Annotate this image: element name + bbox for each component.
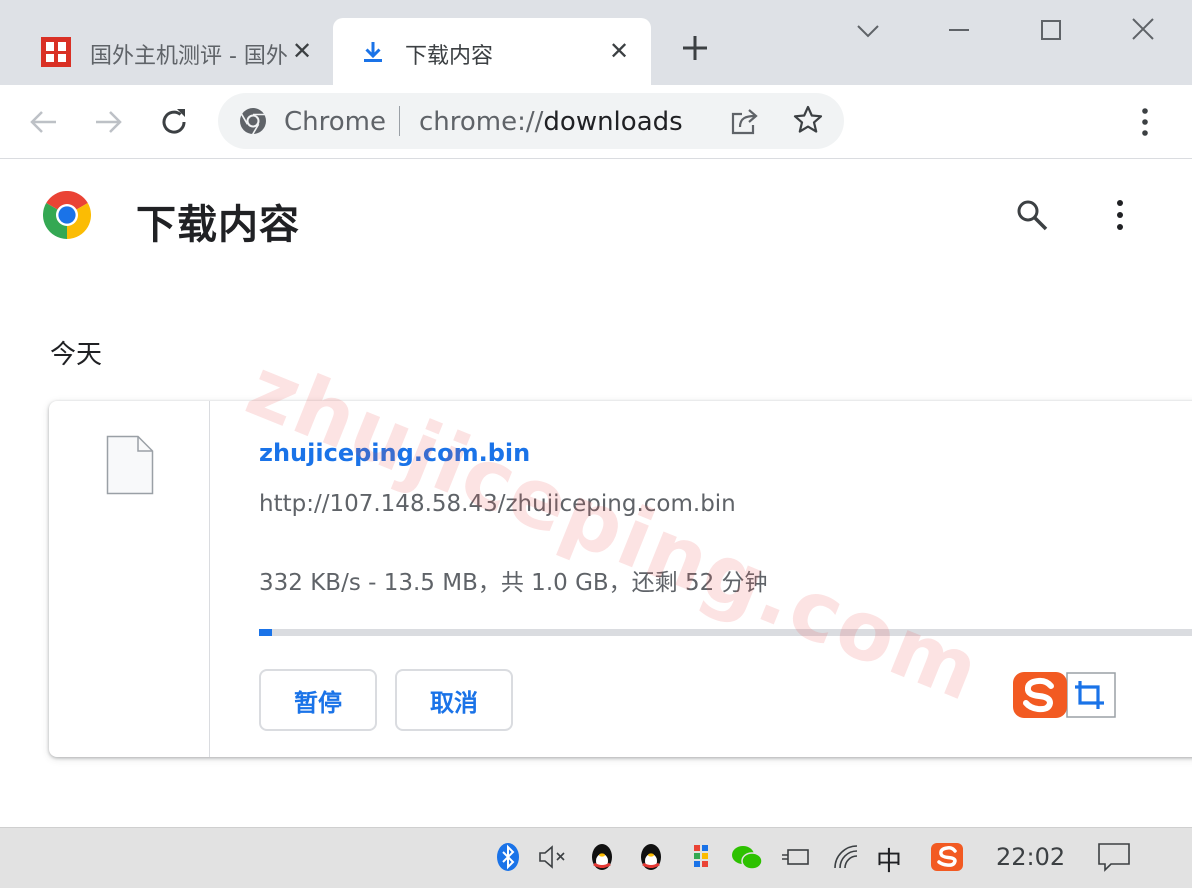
tab-title: 下载内容 bbox=[405, 44, 494, 69]
sogou-ime-widget[interactable] bbox=[1011, 671, 1117, 719]
download-status-text: 332 KB/s - 13.5 MB，共 1.0 GB，还剩 52 分钟 bbox=[259, 570, 768, 596]
qq-penguin-icon-2[interactable] bbox=[636, 842, 666, 872]
volume-muted-icon[interactable] bbox=[537, 842, 567, 872]
colorful-app-icon[interactable] bbox=[686, 842, 716, 872]
back-arrow-icon[interactable] bbox=[28, 107, 60, 137]
page-menu-kebab-icon[interactable] bbox=[1110, 198, 1130, 232]
address-bar[interactable]: Chrome chrome://downloads bbox=[218, 93, 844, 149]
url-scheme: chrome:// bbox=[419, 107, 544, 137]
chrome-logo-icon bbox=[43, 191, 91, 239]
date-section-label: 今天 bbox=[50, 340, 103, 370]
tab-downloads[interactable]: 下载内容 ✕ bbox=[333, 18, 651, 85]
tab-title: 国外主机测评 - 国外 bbox=[90, 44, 288, 69]
share-icon[interactable] bbox=[728, 106, 760, 136]
browser-toolbar: Chrome chrome://downloads bbox=[0, 85, 1192, 159]
cancel-button[interactable]: 取消 bbox=[395, 669, 513, 731]
site-label: Chrome bbox=[284, 107, 386, 137]
url-path: downloads bbox=[543, 107, 683, 137]
battery-charging-icon[interactable] bbox=[780, 842, 810, 872]
download-source-url[interactable]: http://107.148.58.43/zhujiceping.com.bin bbox=[259, 491, 736, 517]
screenshot-crop-icon bbox=[1066, 672, 1116, 718]
search-icon[interactable] bbox=[1015, 198, 1049, 232]
minimize-icon[interactable] bbox=[942, 18, 976, 44]
close-tab-icon[interactable]: ✕ bbox=[609, 39, 629, 63]
file-icon bbox=[106, 435, 154, 495]
bluetooth-icon[interactable] bbox=[493, 842, 523, 872]
tab-strip: 国外主机测评 - 国外 ✕ 下载内容 ✕ bbox=[0, 0, 1192, 85]
browser-menu-kebab-icon[interactable] bbox=[1135, 105, 1155, 139]
chrome-site-icon bbox=[240, 108, 266, 135]
wifi-icon[interactable] bbox=[831, 842, 861, 872]
download-icon bbox=[364, 42, 382, 62]
omnibox-separator bbox=[399, 106, 400, 136]
page-title: 下载内容 bbox=[136, 202, 300, 248]
close-window-icon[interactable] bbox=[1126, 18, 1160, 44]
download-progress-bar bbox=[259, 629, 1192, 636]
ime-mode-label[interactable]: 中 bbox=[876, 841, 902, 878]
clock[interactable]: 22:02 bbox=[996, 843, 1065, 871]
maximize-icon[interactable] bbox=[1034, 18, 1068, 44]
download-file-name-link[interactable]: zhujiceping.com.bin bbox=[259, 439, 530, 467]
card-divider bbox=[209, 401, 210, 757]
url-text[interactable]: chrome://downloads bbox=[419, 107, 683, 137]
download-progress-fill bbox=[259, 629, 272, 636]
pause-button[interactable]: 暂停 bbox=[259, 669, 377, 731]
notification-center-icon[interactable] bbox=[1097, 842, 1131, 872]
sogou-tray-icon[interactable] bbox=[930, 842, 964, 872]
new-tab-plus-icon[interactable] bbox=[680, 33, 710, 63]
bookmark-star-icon[interactable] bbox=[792, 104, 824, 136]
tab-zhujiceping[interactable]: 国外主机测评 - 国外 ✕ bbox=[20, 18, 330, 85]
forward-arrow-icon[interactable] bbox=[92, 107, 124, 137]
site-favicon-icon bbox=[41, 37, 71, 67]
tab-search-chevron-down-icon[interactable] bbox=[851, 18, 885, 44]
download-item-card: zhujiceping.com.bin http://107.148.58.43… bbox=[49, 401, 1192, 757]
close-tab-icon[interactable]: ✕ bbox=[292, 39, 312, 63]
system-taskbar: 中 22:02 bbox=[0, 827, 1192, 888]
reload-icon[interactable] bbox=[158, 106, 190, 138]
wechat-icon[interactable] bbox=[730, 842, 764, 872]
qq-penguin-icon[interactable] bbox=[587, 842, 617, 872]
